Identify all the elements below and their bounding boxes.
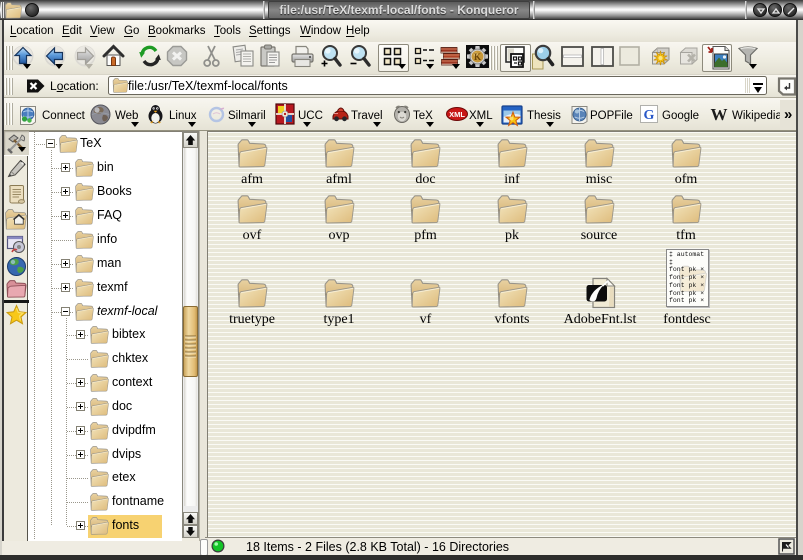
svg-text:XML: XML — [449, 110, 465, 119]
svg-text:W: W — [711, 105, 728, 123]
svg-text:K: K — [474, 52, 481, 62]
svg-text:G: G — [644, 108, 655, 123]
